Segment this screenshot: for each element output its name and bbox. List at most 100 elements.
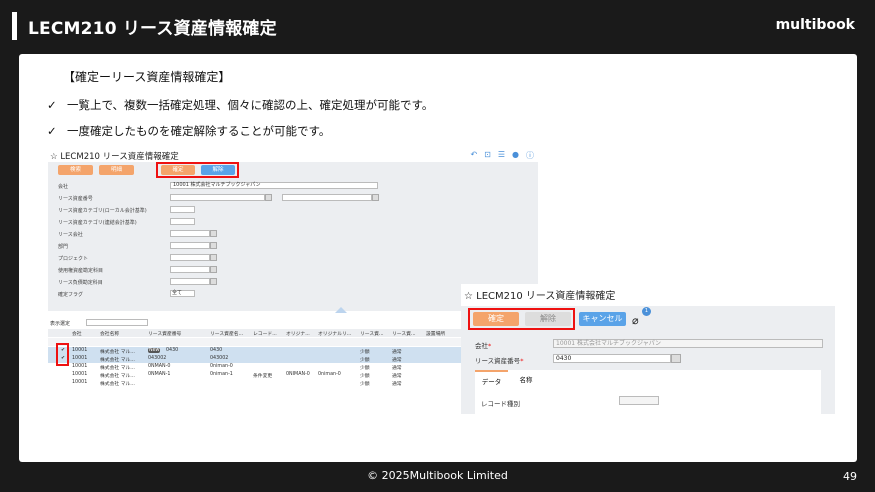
table-cell: 10001 — [72, 364, 88, 369]
company-label: 会社* — [475, 342, 492, 350]
category-consol-select[interactable] — [170, 218, 195, 225]
table-cell: 10001 — [72, 356, 88, 361]
cancel-button[interactable]: キャンセル — [579, 312, 626, 326]
table-cell: 少額 — [360, 358, 370, 363]
confirm-flag-select[interactable]: 全て — [170, 290, 195, 297]
column-header: オリジナルリ... — [318, 332, 352, 337]
table-cell: 株式会社 マル... — [100, 358, 135, 363]
lookup-icon[interactable] — [372, 194, 379, 201]
check-icon: ✓ — [47, 98, 57, 112]
paperclip-icon[interactable]: ⌀ — [632, 314, 639, 327]
bullet-item: ✓ 一覧上で、複数一括確定処理、個々に確認の上、確定処理が可能です。 — [47, 97, 433, 113]
tab-name[interactable]: 名称 — [513, 370, 539, 390]
column-header: 設置場所 — [426, 332, 446, 337]
field-label: リース資産カテゴリ(ローカル会計基準) — [58, 208, 147, 214]
table-cell: 043002 — [210, 356, 229, 361]
copyright: © 2025Multibook Limited — [367, 469, 508, 482]
table-cell: 通常 — [392, 366, 402, 371]
brand-logo: multibook — [775, 17, 855, 33]
table-cell: 0niman-0 — [318, 372, 341, 377]
column-header: 会社 — [72, 332, 82, 337]
attachment-count-badge: 1 — [642, 307, 651, 316]
lookup-icon[interactable] — [265, 194, 272, 201]
table-cell: 0430 — [166, 348, 179, 353]
field-label: リース負債勘定科目 — [58, 280, 103, 286]
asset-number-input[interactable]: 0430 — [553, 354, 671, 363]
table-cell: 0NMAN-1 — [148, 372, 171, 377]
help-icon[interactable]: ⓘ — [526, 150, 534, 161]
highlight-box — [156, 162, 239, 178]
table-cell: 10001 — [72, 372, 88, 377]
lookup-icon[interactable] — [210, 254, 217, 261]
field-label: 使用権資産勘定科目 — [58, 268, 104, 274]
display-select[interactable] — [86, 319, 148, 326]
field-label: 会社 — [58, 184, 69, 190]
toolbar-icons: ↶ ⊡ ☰ ● ⓘ — [470, 150, 534, 161]
page-number: 49 — [843, 470, 857, 483]
detail-screen: ☆ LECM210 リース資産情報確定 確定 解除 キャンセル ⌀ 1 会社* … — [461, 284, 835, 414]
column-header: リース資産番号 — [148, 332, 182, 337]
export-icon[interactable]: ⊡ — [484, 150, 491, 161]
detail-panel: 確定 解除 キャンセル ⌀ 1 会社* 10001 株式会社マルチブックジャパン… — [461, 306, 835, 414]
liability-account-input[interactable] — [170, 278, 210, 285]
table-cell: 株式会社 マル... — [100, 366, 135, 371]
field-label: リース会社 — [58, 232, 83, 238]
detail-button[interactable]: 明細 — [99, 165, 134, 175]
tab-data[interactable]: データ — [475, 370, 508, 390]
table-cell: 少額 — [360, 382, 370, 387]
field-label: リース資産番号 — [58, 196, 93, 202]
table-cell: 株式会社 マル... — [100, 350, 135, 355]
project-input[interactable] — [170, 254, 210, 261]
lookup-icon[interactable] — [210, 278, 217, 285]
table-cell: 少額 — [360, 350, 370, 355]
column-header: リース資産名... — [210, 332, 244, 337]
section-title: 【確定ーリース資産情報確定】 — [63, 70, 231, 84]
table-cell: 株式会社 マル... — [100, 382, 135, 387]
table-cell: 0niman-1 — [210, 372, 233, 377]
highlight-box — [56, 343, 69, 366]
company-select[interactable]: 10001 株式会社マルチブックジャパン — [170, 182, 378, 189]
table-cell: 0niman-0 — [210, 364, 233, 369]
column-header: リース資... — [392, 332, 416, 337]
lookup-icon[interactable] — [210, 230, 217, 237]
header-accent-bar — [12, 12, 17, 40]
highlight-box — [468, 308, 575, 330]
table-cell: 通常 — [392, 382, 402, 387]
lease-company-input[interactable] — [170, 230, 210, 237]
table-cell: 通常 — [392, 358, 402, 363]
content-card: 【確定ーリース資産情報確定】 ✓ 一覧上で、複数一括確定処理、個々に確認の上、確定… — [19, 54, 857, 462]
table-cell: 株式会社 マル... — [100, 374, 135, 379]
asset-number-label: リース資産番号* — [475, 357, 524, 365]
field-label: 確定フラグ — [58, 292, 84, 298]
lookup-icon[interactable] — [671, 354, 681, 363]
screen-title: ☆ LECM210 リース資産情報確定 — [464, 291, 616, 302]
field-label: リース資産カテゴリ(連結会計基準) — [58, 220, 137, 226]
record-type-select[interactable] — [619, 396, 659, 405]
bell-icon[interactable]: ● — [512, 150, 519, 161]
slide-title: LECM210 リース資産情報確定 — [28, 19, 277, 39]
table-cell: 043002 — [148, 356, 167, 361]
collapse-icon[interactable] — [335, 307, 347, 313]
department-input[interactable] — [170, 242, 210, 249]
lookup-icon[interactable] — [210, 242, 217, 249]
undo-icon[interactable]: ↶ — [470, 150, 477, 161]
table-cell: 少額 — [360, 374, 370, 379]
search-button[interactable]: 検索 — [58, 165, 93, 175]
lookup-icon[interactable] — [210, 266, 217, 273]
bullet-text: 一覧上で、複数一括確定処理、個々に確認の上、確定処理が可能です。 — [67, 98, 434, 112]
display-label: 表示選定 — [50, 321, 71, 327]
company-select[interactable]: 10001 株式会社マルチブックジャパン — [553, 339, 823, 348]
table-cell: 少額 — [360, 366, 370, 371]
asset-from-input[interactable] — [170, 194, 265, 201]
asset-to-input[interactable] — [282, 194, 372, 201]
column-header: 会社名称 — [100, 332, 120, 337]
field-label: 部門 — [58, 244, 69, 250]
database-icon[interactable]: ☰ — [498, 150, 505, 161]
table-cell: 10001 — [72, 348, 88, 353]
field-label: プロジェクト — [58, 256, 89, 262]
category-local-select[interactable] — [170, 206, 195, 213]
column-header: レコード... — [253, 332, 277, 337]
screen-title: ☆ LECM210 リース資産情報確定 — [50, 152, 179, 162]
rou-account-input[interactable] — [170, 266, 210, 273]
bullet-text: 一度確定したものを確定解除することが可能です。 — [67, 124, 331, 138]
